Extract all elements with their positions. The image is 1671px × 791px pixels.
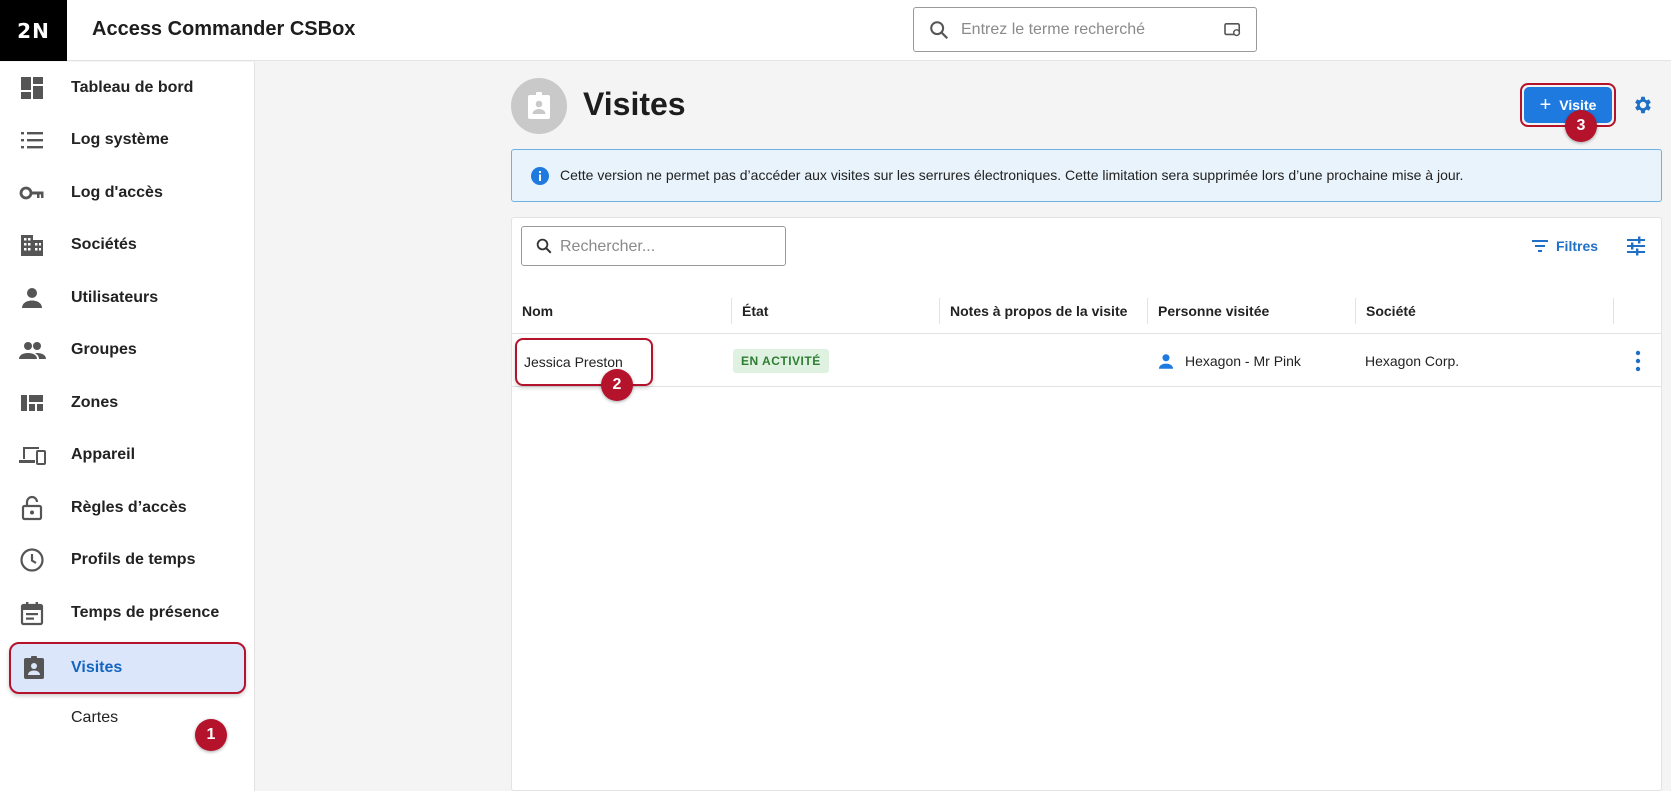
zones-icon — [21, 395, 43, 411]
info-text: Cette version ne permet pas d’accéder au… — [560, 167, 1464, 183]
status-badge: EN ACTIVITÉ — [733, 349, 829, 373]
badge-icon — [528, 92, 550, 119]
sidebar-item-temps-de-presence[interactable]: Temps de présence — [0, 587, 255, 639]
sidebar-item-label: Visites — [71, 659, 123, 676]
more-options-icon[interactable] — [1635, 350, 1641, 372]
search-options-icon[interactable] — [1224, 22, 1242, 38]
visited-person: Hexagon - Mr Pink — [1185, 353, 1301, 369]
column-header-actions — [1613, 298, 1661, 324]
global-search-input[interactable]: Entrez le terme recherché — [913, 7, 1257, 52]
key-icon — [19, 186, 44, 200]
info-icon — [531, 167, 549, 185]
devices-icon — [19, 447, 46, 465]
search-icon — [536, 238, 552, 254]
column-header-nom[interactable]: Nom — [512, 288, 730, 334]
filter-icon — [1532, 240, 1548, 252]
sidebar-item-groupes[interactable]: Groupes — [0, 324, 255, 376]
column-header-personne[interactable]: Personne visitée — [1147, 298, 1354, 324]
top-bar: 2N Access Commander CSBox Entrez le term… — [0, 0, 1671, 61]
table-row[interactable]: Jessica Preston EN ACTIVITÉ Hexagon - Mr… — [512, 335, 1661, 387]
sidebar-item-label: Appareil — [71, 446, 136, 463]
column-header-societe[interactable]: Société — [1355, 298, 1562, 324]
filters-button[interactable]: Filtres — [1532, 238, 1598, 254]
info-banner: Cette version ne permet pas d’accéder au… — [511, 149, 1662, 202]
sidebar-item-label: Cartes — [71, 709, 119, 726]
badge-icon — [24, 656, 44, 679]
clock-icon — [20, 548, 44, 572]
person-icon — [22, 288, 42, 308]
sidebar-item-log-acces[interactable]: Log d'accès — [0, 167, 255, 219]
sidebar-item-label: Temps de présence — [71, 604, 220, 621]
sidebar-item-log-systeme[interactable]: Log système — [0, 114, 255, 166]
annotation-badge-2: 2 — [601, 369, 633, 401]
sidebar-item-label: Utilisateurs — [71, 289, 159, 306]
page-avatar — [511, 78, 567, 134]
sidebar-item-label: Tableau de bord — [71, 79, 194, 96]
cell-etat: EN ACTIVITÉ — [733, 335, 829, 387]
plus-icon: + — [1539, 94, 1552, 116]
search-icon — [930, 21, 949, 40]
sidebar-item-appareil[interactable]: Appareil — [0, 429, 255, 481]
tune-icon[interactable] — [1625, 235, 1647, 257]
calendar-icon — [20, 602, 44, 626]
global-search-placeholder: Entrez le terme recherché — [961, 21, 1146, 38]
sidebar: Tableau de bord Log système Log d'accès … — [0, 62, 255, 791]
list-icon — [21, 132, 43, 149]
lock-open-icon — [21, 495, 43, 521]
sidebar-item-societes[interactable]: Sociétés — [0, 219, 255, 271]
table-search-placeholder: Rechercher... — [560, 238, 656, 255]
app-title: Access Commander CSBox — [92, 18, 356, 40]
column-header-etat[interactable]: État — [731, 298, 938, 324]
cell-societe: Hexagon Corp. — [1365, 353, 1460, 369]
sidebar-item-zones[interactable]: Zones — [0, 377, 255, 429]
people-icon — [19, 342, 46, 359]
person-icon — [1158, 354, 1174, 369]
cell-nom[interactable]: Jessica Preston — [515, 338, 653, 386]
cell-personne: Hexagon - Mr Pink — [1157, 335, 1301, 387]
building-icon — [21, 235, 43, 256]
sidebar-item-label: Zones — [71, 394, 119, 411]
sidebar-item-profils-de-temps[interactable]: Profils de temps — [0, 534, 255, 586]
page-title: Visites — [583, 86, 686, 122]
brand-logo[interactable]: 2N — [0, 0, 67, 61]
annotation-badge-3: 3 — [1565, 110, 1597, 142]
sidebar-item-label: Sociétés — [71, 236, 137, 253]
column-header-notes[interactable]: Notes à propos de la visite — [939, 298, 1146, 324]
table-search-input[interactable]: Rechercher... — [521, 226, 786, 266]
table-header: Nom État Notes à propos de la visite Per… — [512, 288, 1661, 334]
sidebar-item-utilisateurs[interactable]: Utilisateurs — [0, 272, 255, 324]
gear-icon[interactable] — [1632, 94, 1654, 116]
sidebar-item-regles-acces[interactable]: Règles d’accès — [0, 482, 255, 534]
sidebar-item-visites[interactable]: Visites — [9, 642, 246, 694]
sidebar-item-label: Règles d’accès — [71, 499, 187, 516]
sidebar-item-tableau-de-bord[interactable]: Tableau de bord — [0, 62, 255, 114]
sidebar-item-label: Profils de temps — [71, 551, 196, 568]
annotation-badge-1: 1 — [195, 719, 227, 751]
sidebar-item-label: Log d'accès — [71, 184, 163, 201]
filters-label: Filtres — [1556, 238, 1599, 254]
visits-table-card: Rechercher... Filtres Nom État Notes à p… — [511, 217, 1662, 791]
sidebar-item-label: Log système — [71, 131, 169, 148]
dashboard-icon — [21, 77, 43, 99]
sidebar-item-label: Groupes — [71, 341, 137, 358]
